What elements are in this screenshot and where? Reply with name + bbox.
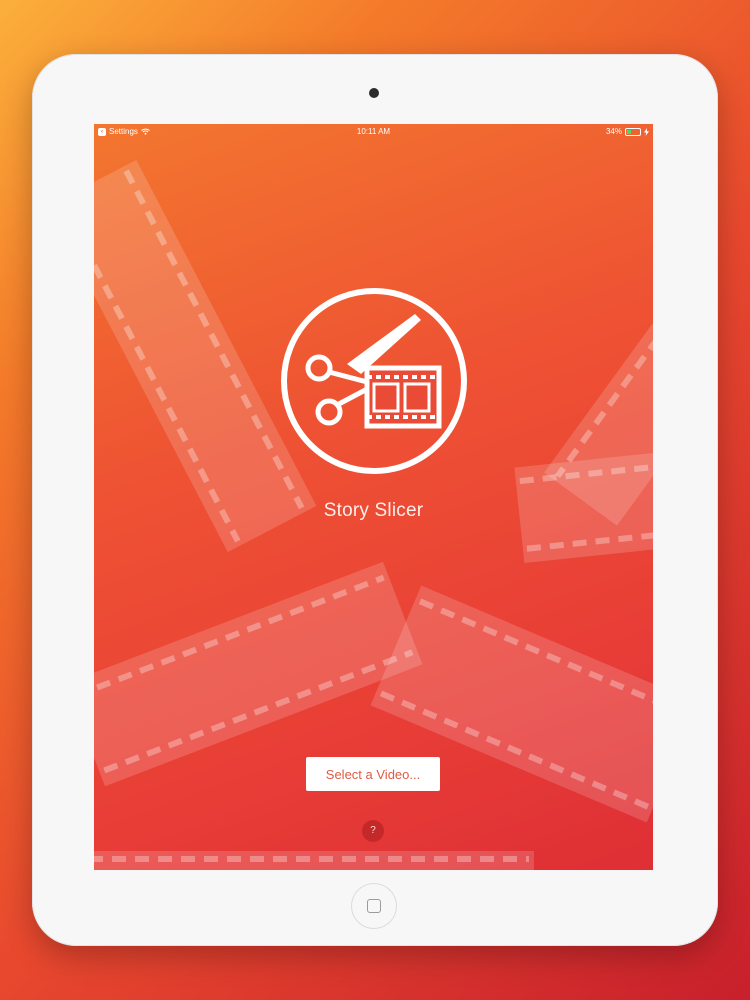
status-battery-group: 34% <box>606 127 649 136</box>
battery-level-fill <box>627 129 632 134</box>
scissors-film-icon <box>281 288 467 474</box>
home-button[interactable] <box>352 884 396 928</box>
home-button-icon <box>367 899 381 913</box>
film-strip <box>94 851 534 870</box>
battery-icon <box>625 127 641 136</box>
select-video-button[interactable]: Select a Video... <box>306 757 440 791</box>
film-strip <box>94 561 423 787</box>
front-camera <box>369 88 379 98</box>
status-bar: ‹ Settings 10:11 AM 34% <box>94 124 653 140</box>
charging-bolt-icon <box>644 127 649 136</box>
app-screen: ‹ Settings 10:11 AM 34% Story Slicer Sel… <box>94 124 653 870</box>
battery-percent: 34% <box>605 127 622 136</box>
status-time: 10:11 AM <box>356 127 391 136</box>
app-title: Story Slicer <box>323 500 424 521</box>
help-button[interactable]: ? <box>362 820 384 842</box>
